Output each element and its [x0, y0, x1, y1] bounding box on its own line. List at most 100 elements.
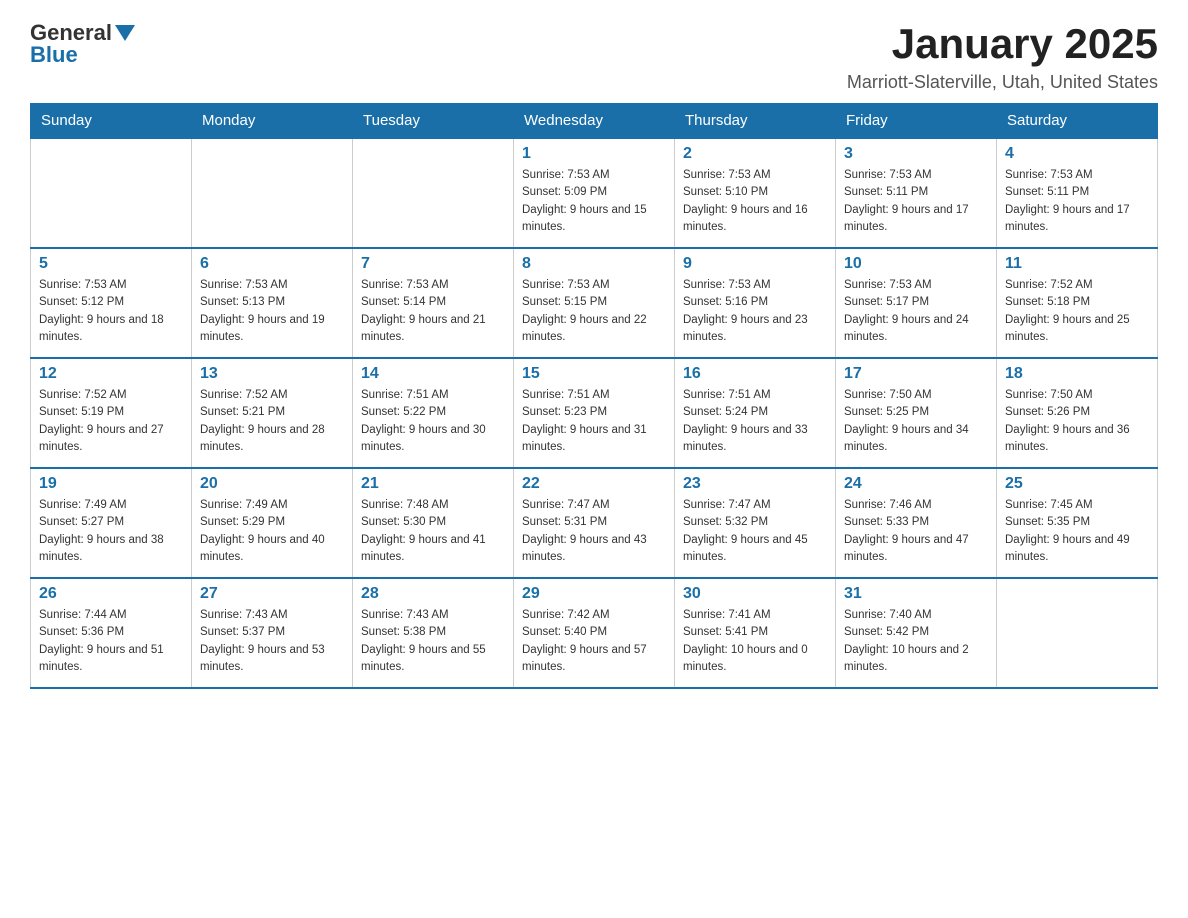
calendar-cell: 19 Sunrise: 7:49 AMSunset: 5:27 PMDayligh… — [31, 468, 192, 578]
calendar-cell: 8 Sunrise: 7:53 AMSunset: 5:15 PMDaylight… — [514, 248, 675, 358]
cell-info: Sunrise: 7:51 AMSunset: 5:23 PMDaylight:… — [522, 387, 666, 456]
cell-date-number: 4 — [1005, 145, 1149, 163]
calendar-cell: 6Sunrise: 7:53 AMSunset: 5:13 PMDaylight… — [192, 248, 353, 358]
cell-info: Sunrise: 7:53 AMSunset: 5:09 PMDaylight:… — [522, 167, 666, 236]
calendar-cell — [31, 138, 192, 248]
calendar-table: SundayMondayTuesdayWednesdayThursdayFrid… — [30, 103, 1158, 689]
calendar-cell: 2 Sunrise: 7:53 AMSunset: 5:10 PMDaylight… — [675, 138, 836, 248]
calendar-cell: 24 Sunrise: 7:46 AMSunset: 5:33 PMDayligh… — [836, 468, 997, 578]
cell-date-number: 29 — [522, 585, 666, 603]
cell-date-number: 5 — [39, 255, 183, 273]
calendar-header-row: SundayMondayTuesdayWednesdayThursdayFrid… — [31, 104, 1158, 139]
calendar-cell: 3 Sunrise: 7:53 AMSunset: 5:11 PMDaylight… — [836, 138, 997, 248]
cell-info: Sunrise: 7:51 AMSunset: 5:24 PMDaylight:… — [683, 387, 827, 456]
cell-info: Sunrise: 7:53 AMSunset: 5:15 PMDaylight:… — [522, 277, 666, 346]
calendar-cell: 30 Sunrise: 7:41 AMSunset: 5:41 PMDayligh… — [675, 578, 836, 688]
cell-info: Sunrise: 7:46 AMSunset: 5:33 PMDaylight:… — [844, 497, 988, 566]
cell-date-number: 3 — [844, 145, 988, 163]
calendar-cell: 14 Sunrise: 7:51 AMSunset: 5:22 PMDayligh… — [353, 358, 514, 468]
calendar-cell: 4 Sunrise: 7:53 AMSunset: 5:11 PMDaylight… — [997, 138, 1158, 248]
calendar-day-header: Thursday — [675, 104, 836, 139]
subtitle: Marriott-Slaterville, Utah, United State… — [847, 72, 1158, 93]
cell-info: Sunrise: 7:50 AMSunset: 5:26 PMDaylight:… — [1005, 387, 1149, 456]
cell-date-number: 30 — [683, 585, 827, 603]
cell-date-number: 14 — [361, 365, 505, 383]
cell-info: Sunrise: 7:53 AMSunset: 5:12 PMDaylight:… — [39, 277, 183, 346]
calendar-day-header: Saturday — [997, 104, 1158, 139]
calendar-day-header: Sunday — [31, 104, 192, 139]
logo-triangle-icon — [115, 23, 135, 43]
cell-info: Sunrise: 7:53 AMSunset: 5:14 PMDaylight:… — [361, 277, 505, 346]
cell-date-number: 15 — [522, 365, 666, 383]
calendar-week-row: 26Sunrise: 7:44 AMSunset: 5:36 PMDayligh… — [31, 578, 1158, 688]
cell-info: Sunrise: 7:52 AMSunset: 5:18 PMDaylight:… — [1005, 277, 1149, 346]
cell-info: Sunrise: 7:53 AMSunset: 5:16 PMDaylight:… — [683, 277, 827, 346]
cell-date-number: 21 — [361, 475, 505, 493]
cell-info: Sunrise: 7:40 AMSunset: 5:42 PMDaylight:… — [844, 607, 988, 676]
cell-date-number: 23 — [683, 475, 827, 493]
calendar-cell: 31Sunrise: 7:40 AMSunset: 5:42 PMDayligh… — [836, 578, 997, 688]
cell-date-number: 22 — [522, 475, 666, 493]
cell-info: Sunrise: 7:51 AMSunset: 5:22 PMDaylight:… — [361, 387, 505, 456]
calendar-week-row: 19 Sunrise: 7:49 AMSunset: 5:27 PMDayligh… — [31, 468, 1158, 578]
calendar-cell: 27Sunrise: 7:43 AMSunset: 5:37 PMDayligh… — [192, 578, 353, 688]
cell-date-number: 1 — [522, 145, 666, 163]
cell-info: Sunrise: 7:43 AMSunset: 5:38 PMDaylight:… — [361, 607, 505, 676]
calendar-cell — [353, 138, 514, 248]
cell-info: Sunrise: 7:52 AMSunset: 5:19 PMDaylight:… — [39, 387, 183, 456]
cell-info: Sunrise: 7:53 AMSunset: 5:11 PMDaylight:… — [1005, 167, 1149, 236]
calendar-day-header: Tuesday — [353, 104, 514, 139]
cell-date-number: 24 — [844, 475, 988, 493]
calendar-cell: 29 Sunrise: 7:42 AMSunset: 5:40 PMDayligh… — [514, 578, 675, 688]
cell-date-number: 20 — [200, 475, 344, 493]
cell-date-number: 16 — [683, 365, 827, 383]
cell-date-number: 7 — [361, 255, 505, 273]
calendar-cell: 26Sunrise: 7:44 AMSunset: 5:36 PMDayligh… — [31, 578, 192, 688]
cell-date-number: 28 — [361, 585, 505, 603]
cell-date-number: 11 — [1005, 255, 1149, 273]
cell-info: Sunrise: 7:53 AMSunset: 5:10 PMDaylight:… — [683, 167, 827, 236]
calendar-cell: 25 Sunrise: 7:45 AMSunset: 5:35 PMDayligh… — [997, 468, 1158, 578]
calendar-cell: 15 Sunrise: 7:51 AMSunset: 5:23 PMDayligh… — [514, 358, 675, 468]
cell-date-number: 10 — [844, 255, 988, 273]
cell-info: Sunrise: 7:53 AMSunset: 5:11 PMDaylight:… — [844, 167, 988, 236]
calendar-cell: 21Sunrise: 7:48 AMSunset: 5:30 PMDayligh… — [353, 468, 514, 578]
calendar-cell: 10 Sunrise: 7:53 AMSunset: 5:17 PMDayligh… — [836, 248, 997, 358]
calendar-cell: 16 Sunrise: 7:51 AMSunset: 5:24 PMDayligh… — [675, 358, 836, 468]
cell-date-number: 17 — [844, 365, 988, 383]
cell-info: Sunrise: 7:43 AMSunset: 5:37 PMDaylight:… — [200, 607, 344, 676]
cell-date-number: 6 — [200, 255, 344, 273]
calendar-cell: 12 Sunrise: 7:52 AMSunset: 5:19 PMDayligh… — [31, 358, 192, 468]
cell-date-number: 18 — [1005, 365, 1149, 383]
calendar-day-header: Friday — [836, 104, 997, 139]
calendar-cell — [192, 138, 353, 248]
calendar-week-row: 12 Sunrise: 7:52 AMSunset: 5:19 PMDayligh… — [31, 358, 1158, 468]
cell-date-number: 2 — [683, 145, 827, 163]
cell-info: Sunrise: 7:44 AMSunset: 5:36 PMDaylight:… — [39, 607, 183, 676]
calendar-week-row: 5 Sunrise: 7:53 AMSunset: 5:12 PMDaylight… — [31, 248, 1158, 358]
cell-info: Sunrise: 7:49 AMSunset: 5:27 PMDaylight:… — [39, 497, 183, 566]
cell-info: Sunrise: 7:45 AMSunset: 5:35 PMDaylight:… — [1005, 497, 1149, 566]
cell-info: Sunrise: 7:53 AMSunset: 5:17 PMDaylight:… — [844, 277, 988, 346]
logo: General Blue — [30, 20, 135, 68]
cell-info: Sunrise: 7:49 AMSunset: 5:29 PMDaylight:… — [200, 497, 344, 566]
cell-date-number: 9 — [683, 255, 827, 273]
logo-blue-text: Blue — [30, 42, 78, 68]
cell-info: Sunrise: 7:41 AMSunset: 5:41 PMDaylight:… — [683, 607, 827, 676]
calendar-cell: 20 Sunrise: 7:49 AMSunset: 5:29 PMDayligh… — [192, 468, 353, 578]
calendar-day-header: Wednesday — [514, 104, 675, 139]
cell-date-number: 25 — [1005, 475, 1149, 493]
calendar-week-row: 1 Sunrise: 7:53 AMSunset: 5:09 PMDaylight… — [31, 138, 1158, 248]
cell-info: Sunrise: 7:42 AMSunset: 5:40 PMDaylight:… — [522, 607, 666, 676]
cell-date-number: 19 — [39, 475, 183, 493]
calendar-cell: 9 Sunrise: 7:53 AMSunset: 5:16 PMDaylight… — [675, 248, 836, 358]
calendar-cell: 1 Sunrise: 7:53 AMSunset: 5:09 PMDaylight… — [514, 138, 675, 248]
cell-date-number: 8 — [522, 255, 666, 273]
calendar-cell: 11 Sunrise: 7:52 AMSunset: 5:18 PMDayligh… — [997, 248, 1158, 358]
calendar-cell: 5 Sunrise: 7:53 AMSunset: 5:12 PMDaylight… — [31, 248, 192, 358]
title-block: January 2025 Marriott-Slaterville, Utah,… — [847, 20, 1158, 93]
cell-info: Sunrise: 7:47 AMSunset: 5:31 PMDaylight:… — [522, 497, 666, 566]
calendar-cell: 17Sunrise: 7:50 AMSunset: 5:25 PMDayligh… — [836, 358, 997, 468]
calendar-cell: 23Sunrise: 7:47 AMSunset: 5:32 PMDayligh… — [675, 468, 836, 578]
cell-date-number: 12 — [39, 365, 183, 383]
